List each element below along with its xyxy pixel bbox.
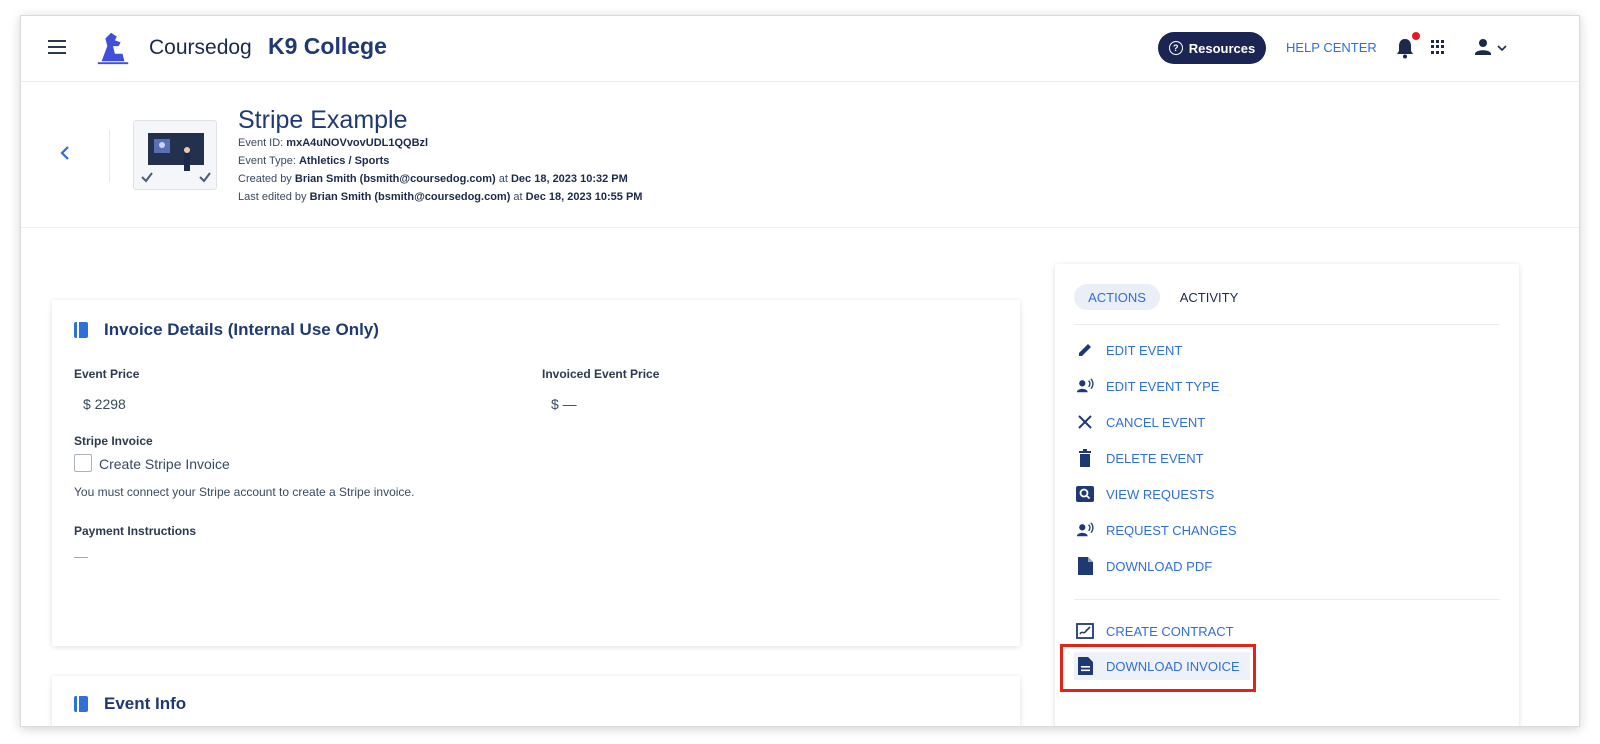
download-pdf-label: DOWNLOAD PDF (1106, 558, 1213, 574)
coursedog-logo-icon (97, 32, 129, 65)
created-by: Created by Brian Smith (bsmith@coursedog… (238, 173, 628, 185)
request-changes-button[interactable]: REQUEST CHANGES (1074, 516, 1250, 544)
event-price-value: $ 2298 (83, 396, 126, 412)
help-circle-icon: ? (1168, 41, 1183, 55)
invoiced-price-label: Invoiced Event Price (542, 367, 660, 381)
divider (109, 130, 110, 182)
event-price-label: Event Price (74, 367, 140, 381)
invoiced-price-value: $ — (551, 396, 577, 412)
create-stripe-invoice-label[interactable]: Create Stripe Invoice (99, 456, 230, 472)
event-info-card: Event Info (52, 676, 1020, 726)
request-changes-label: REQUEST CHANGES (1106, 522, 1237, 538)
divider (1074, 324, 1500, 325)
back-chevron-icon[interactable] (59, 144, 71, 167)
stripe-invoice-label: Stripe Invoice (74, 434, 153, 448)
event-header: Stripe Example Event ID: mxA4uNOVvovUDL1… (21, 82, 1579, 228)
edit-event-button[interactable]: EDIT EVENT (1074, 336, 1250, 364)
create-stripe-invoice-checkbox[interactable] (74, 454, 92, 472)
search-box-icon (1076, 485, 1094, 503)
resources-label: Resources (1188, 40, 1256, 56)
last-edited-by: Last edited by Brian Smith (bsmith@cours… (238, 191, 643, 203)
divider (1074, 599, 1500, 600)
payment-instructions-value: — (74, 548, 88, 564)
cancel-event-label: CANCEL EVENT (1106, 414, 1206, 430)
delete-event-button[interactable]: DELETE EVENT (1074, 444, 1250, 472)
event-info-title: Event Info (74, 694, 186, 714)
delete-event-label: DELETE EVENT (1106, 450, 1204, 466)
cancel-event-button[interactable]: CANCEL EVENT (1074, 408, 1250, 436)
invoice-details-heading: Invoice Details (Internal Use Only) (104, 320, 379, 339)
edit-event-label: EDIT EVENT (1106, 342, 1183, 358)
edit-event-type-button[interactable]: EDIT EVENT TYPE (1074, 372, 1250, 400)
view-requests-button[interactable]: VIEW REQUESTS (1074, 480, 1250, 508)
view-requests-label: VIEW REQUESTS (1106, 486, 1215, 502)
event-thumbnail-image (133, 120, 217, 190)
brand-name: Coursedog (149, 36, 252, 59)
user-menu[interactable] (1473, 37, 1511, 59)
trash-icon (1076, 449, 1094, 467)
top-bar: Coursedog K9 College ? Resources HELP CE… (21, 16, 1579, 82)
event-type: Event Type: Athletics / Sports (238, 155, 390, 167)
resources-button[interactable]: ? Resources (1158, 32, 1266, 64)
file-icon (1076, 557, 1094, 575)
event-id: Event ID: mxA4uNOVvovUDL1QQBzl (238, 137, 429, 149)
apps-grid-icon[interactable] (1431, 40, 1445, 54)
event-info-heading: Event Info (104, 694, 187, 713)
tab-activity[interactable]: ACTIVITY (1173, 284, 1245, 310)
invoice-details-card: Invoice Details (Internal Use Only) Even… (52, 300, 1020, 646)
edit-event-type-label: EDIT EVENT TYPE (1106, 378, 1220, 394)
person-voice-icon (1076, 521, 1094, 539)
close-icon (1076, 413, 1094, 431)
person-voice-icon (1076, 377, 1094, 395)
tab-actions[interactable]: ACTIONS (1074, 284, 1160, 310)
stripe-connect-note: You must connect your Stripe account to … (74, 485, 415, 499)
create-contract-button[interactable]: CREATE CONTRACT (1074, 617, 1250, 645)
download-pdf-button[interactable]: DOWNLOAD PDF (1074, 552, 1250, 580)
invoice-details-title: Invoice Details (Internal Use Only) (74, 320, 379, 340)
payment-instructions-label: Payment Instructions (74, 524, 197, 538)
pencil-icon (1076, 341, 1094, 359)
app-window: Coursedog K9 College ? Resources HELP CE… (20, 15, 1580, 727)
contract-icon (1076, 622, 1094, 640)
notification-bell-icon[interactable] (1394, 32, 1420, 60)
create-contract-label: CREATE CONTRACT (1106, 623, 1234, 639)
notification-dot (1412, 32, 1420, 40)
highlight-box (1060, 644, 1256, 692)
book-icon (74, 696, 88, 712)
college-name: K9 College (268, 33, 387, 59)
help-center-link[interactable]: HELP CENTER (1286, 40, 1377, 55)
user-avatar-icon (1475, 39, 1507, 55)
book-icon (74, 322, 88, 338)
menu-icon[interactable] (48, 40, 66, 54)
event-title: Stripe Example (238, 106, 408, 134)
